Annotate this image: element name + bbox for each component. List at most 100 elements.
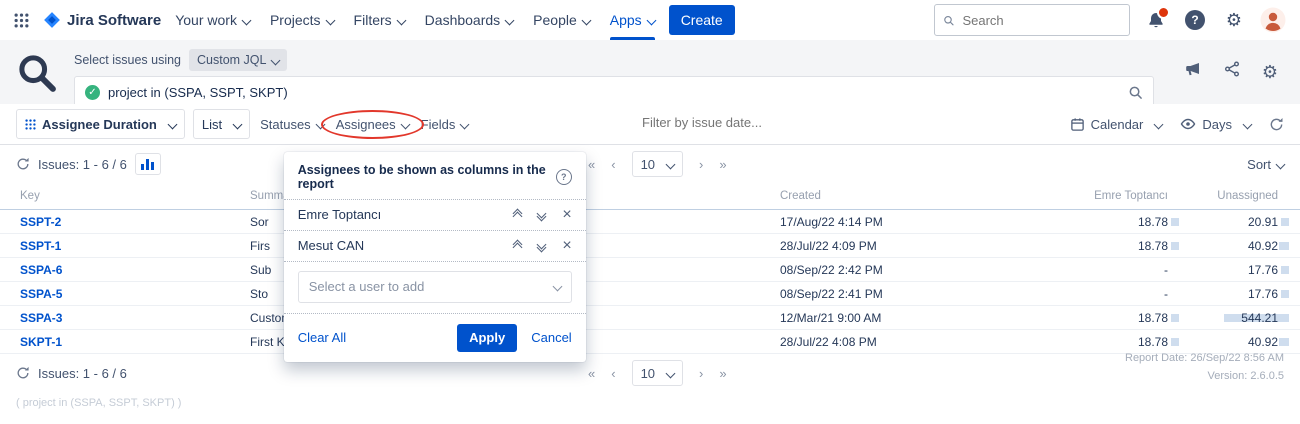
- search-icon: [943, 14, 954, 27]
- page-size-select[interactable]: 10: [632, 360, 683, 386]
- prev-page-icon[interactable]: ‹: [611, 157, 615, 172]
- days-button[interactable]: Days: [1180, 116, 1251, 132]
- move-to-bottom-icon[interactable]: [538, 239, 545, 253]
- chevron-down-icon: [315, 119, 325, 129]
- query-mode-button[interactable]: Custom JQL: [189, 49, 287, 71]
- duration-bar: [1281, 266, 1289, 274]
- issues-bar-top: Issues: 1 - 6 / 6 « ‹ 10 › » Sort: [0, 145, 1300, 183]
- report-settings-icon[interactable]: ⚙: [1262, 63, 1278, 81]
- add-user-select[interactable]: Select a user to add: [298, 271, 572, 303]
- first-page-icon[interactable]: «: [588, 366, 595, 381]
- move-to-top-icon[interactable]: [514, 239, 521, 253]
- nav-item-label: People: [533, 12, 577, 28]
- remove-assignee-icon[interactable]: ×: [562, 238, 571, 254]
- select-issues-label: Select issues using: [74, 53, 181, 67]
- chevron-down-icon: [271, 55, 281, 65]
- assignee-name: Emre Toptancı: [298, 207, 382, 222]
- calendar-button[interactable]: Calendar: [1070, 117, 1163, 132]
- eye-icon: [1180, 116, 1196, 132]
- sort-button[interactable]: Sort: [1247, 157, 1284, 172]
- duration-unassigned: 17.76: [1180, 263, 1290, 277]
- create-button[interactable]: Create: [669, 5, 735, 35]
- popup-help-icon[interactable]: ?: [556, 169, 572, 185]
- nav-item[interactable]: Your work: [175, 0, 250, 40]
- popup-footer: Clear All Apply Cancel: [284, 314, 586, 362]
- valid-check-icon: ✓: [85, 85, 100, 100]
- app-switcher-icon[interactable]: [14, 13, 29, 28]
- nav-item-label: Projects: [270, 12, 321, 28]
- remove-assignee-icon[interactable]: ×: [562, 207, 571, 223]
- announcement-icon[interactable]: [1184, 60, 1202, 83]
- nav-item[interactable]: Projects: [270, 0, 334, 40]
- duration-bar: [1171, 314, 1179, 322]
- chart-view-button[interactable]: [135, 153, 161, 175]
- notification-badge: [1157, 6, 1170, 19]
- nav-item[interactable]: People: [533, 0, 590, 40]
- issue-key-link[interactable]: SKPT-1: [20, 335, 62, 349]
- refresh-issues-button[interactable]: [16, 157, 30, 171]
- issue-date-filter-input[interactable]: [640, 114, 864, 131]
- chevron-down-icon: [552, 282, 562, 292]
- bar-chart-icon: [141, 164, 144, 170]
- view-type-button[interactable]: List: [193, 109, 250, 139]
- clear-all-link[interactable]: Clear All: [298, 330, 346, 345]
- settings-button[interactable]: ⚙: [1221, 7, 1247, 33]
- move-to-bottom-icon[interactable]: [538, 208, 545, 222]
- duration-assignee-1: -: [1060, 263, 1180, 277]
- last-page-icon[interactable]: »: [719, 157, 726, 172]
- statuses-button[interactable]: Statuses: [258, 117, 326, 132]
- page-size-select[interactable]: 10: [632, 151, 683, 177]
- duration-bar: [1279, 242, 1289, 250]
- chevron-down-icon: [646, 15, 656, 25]
- issues-count: Issues: 1 - 6 / 6: [38, 366, 127, 381]
- help-button[interactable]: ?: [1182, 7, 1208, 33]
- days-label: Days: [1202, 117, 1232, 132]
- first-page-icon[interactable]: «: [588, 157, 595, 172]
- jira-diamond-icon: [43, 11, 61, 29]
- issue-key-link[interactable]: SSPA-6: [20, 263, 62, 277]
- issue-key-link[interactable]: SSPA-5: [20, 287, 62, 301]
- sync-button[interactable]: [1269, 117, 1284, 132]
- chevron-down-icon: [400, 119, 410, 129]
- assignees-button[interactable]: Assignees: [334, 117, 411, 132]
- search-input[interactable]: [960, 12, 1121, 29]
- issues-bar-bottom: Issues: 1 - 6 / 6 « ‹ 10 › »: [0, 354, 1300, 392]
- issue-key-link[interactable]: SSPA-3: [20, 311, 62, 325]
- nav-item[interactable]: Dashboards: [425, 0, 514, 40]
- last-page-icon[interactable]: »: [719, 366, 726, 381]
- chevron-down-icon: [1243, 119, 1253, 129]
- nav-item[interactable]: Apps: [610, 0, 655, 40]
- next-page-icon[interactable]: ›: [699, 366, 703, 381]
- issue-key-link[interactable]: SSPT-1: [20, 239, 61, 253]
- chevron-down-icon: [242, 15, 252, 25]
- notifications-button[interactable]: [1143, 7, 1169, 33]
- jira-logo[interactable]: Jira Software: [43, 11, 161, 29]
- profile-button[interactable]: [1260, 7, 1286, 33]
- fields-button[interactable]: Fields: [419, 117, 471, 132]
- report-version: Version: 2.6.0.5: [1125, 368, 1284, 386]
- refresh-issues-button[interactable]: [16, 366, 30, 380]
- query-main: Select issues using Custom JQL ✓ project…: [74, 48, 1154, 108]
- page-size-value: 10: [641, 157, 655, 172]
- chevron-down-icon: [460, 119, 470, 129]
- nav-item[interactable]: Filters: [354, 0, 405, 40]
- duration-assignee-1: 18.78: [1060, 311, 1180, 325]
- report-date: Report Date: 26/Sep/22 8:56 AM: [1125, 350, 1284, 368]
- refresh-icon: [16, 157, 30, 171]
- header-created: Created: [780, 190, 1060, 202]
- cancel-link[interactable]: Cancel: [531, 330, 571, 345]
- assignees-dropdown-wrap: Assignees Assignees to be shown as colum…: [334, 117, 411, 132]
- report-type-button[interactable]: Assignee Duration: [16, 109, 185, 139]
- issue-key-link[interactable]: SSPT-2: [20, 215, 61, 229]
- next-page-icon[interactable]: ›: [699, 157, 703, 172]
- apply-button[interactable]: Apply: [457, 324, 517, 352]
- share-icon[interactable]: [1224, 61, 1240, 82]
- chevron-down-icon: [505, 15, 515, 25]
- global-search[interactable]: [934, 4, 1130, 36]
- assignee-controls: ×: [514, 238, 571, 254]
- move-to-top-icon[interactable]: [514, 208, 521, 222]
- prev-page-icon[interactable]: ‹: [611, 366, 615, 381]
- jql-search-icon[interactable]: [1128, 85, 1143, 100]
- header-assignee-1: Emre Toptancı: [1060, 190, 1180, 202]
- chevron-down-icon: [325, 15, 335, 25]
